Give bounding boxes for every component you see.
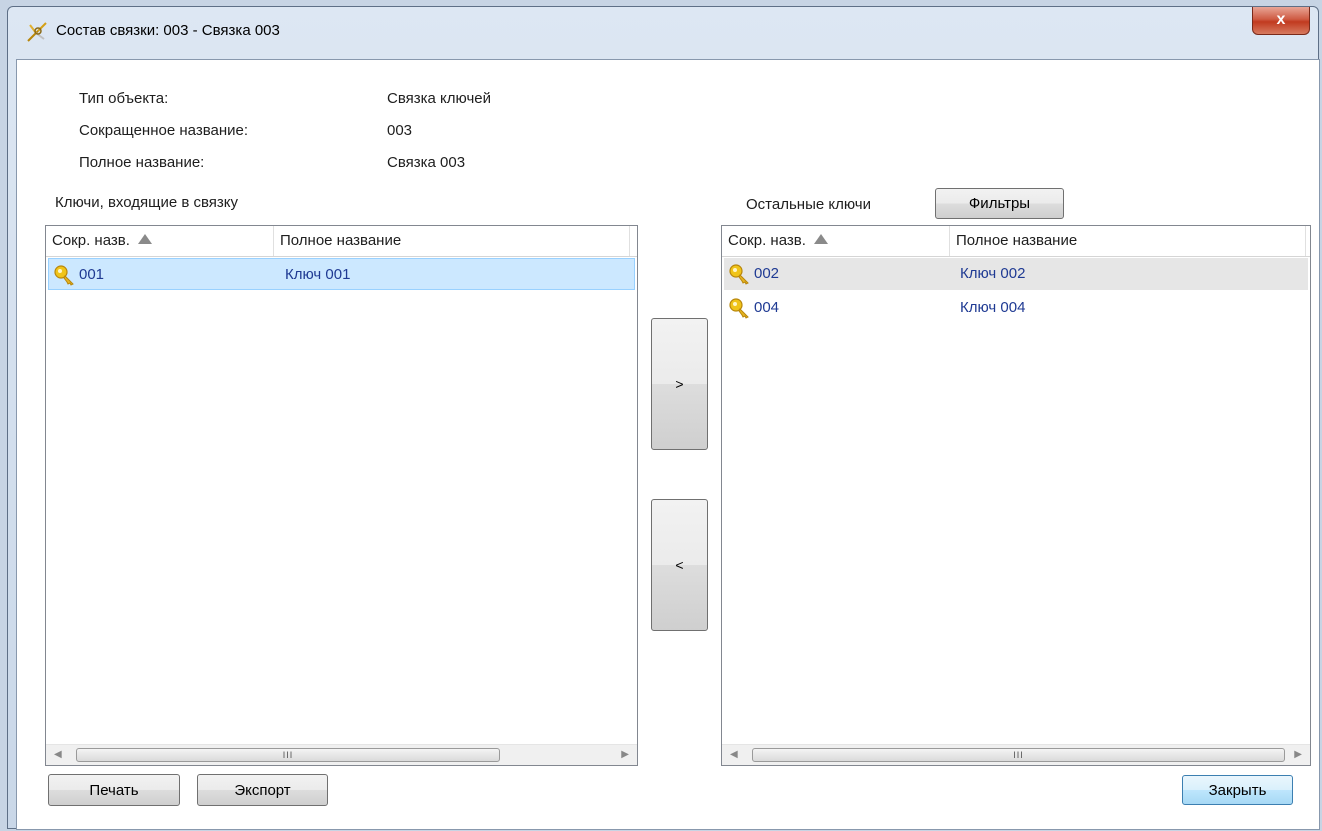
column-header-full-name[interactable]: Полное название (950, 226, 1306, 256)
title-bar[interactable]: Состав связки: 003 - Связка 003 x (8, 7, 1318, 59)
table-row[interactable]: 004 Ключ 004 (724, 292, 1308, 324)
full-name-label: Полное название: (79, 154, 205, 171)
close-icon: x (1276, 11, 1286, 28)
table-row[interactable]: 001 Ключ 001 (48, 258, 635, 290)
window-title: Состав связки: 003 - Связка 003 (56, 22, 280, 39)
full-name-value: Связка 003 (387, 154, 466, 171)
dialog-body: Тип объекта: Связка ключей Сокращенное н… (16, 59, 1320, 830)
add-key-button[interactable]: > (651, 318, 708, 450)
scroll-right-icon[interactable]: ▶ (1294, 749, 1302, 760)
export-button[interactable]: Экспорт (197, 774, 328, 806)
print-button[interactable]: Печать (48, 774, 180, 806)
horizontal-scrollbar[interactable]: ◀ III ▶ (46, 744, 637, 765)
included-keys-label: Ключи, входящие в связку (55, 194, 239, 211)
column-header-short-name[interactable]: Сокр. назв. (46, 226, 274, 256)
close-button[interactable]: Закрыть (1182, 775, 1293, 805)
object-type-label: Тип объекта: (79, 90, 169, 107)
horizontal-scrollbar[interactable]: ◀ III ▶ (722, 744, 1310, 765)
scrollbar-thumb[interactable]: III (752, 748, 1285, 762)
scroll-left-icon[interactable]: ◀ (54, 749, 62, 760)
column-header-short-name[interactable]: Сокр. назв. (722, 226, 950, 256)
key-short-name: 004 (754, 299, 780, 316)
short-name-value: 003 (387, 122, 413, 139)
key-full-name: Ключ 004 (960, 299, 1026, 316)
other-keys-grid[interactable]: Сокр. назв. Полное название 002 Ключ 002 (721, 225, 1311, 766)
key-icon (54, 265, 74, 286)
column-header-label: Полное название (956, 232, 1078, 249)
scrollbar-thumb[interactable]: III (76, 748, 500, 762)
sort-ascending-icon (813, 234, 828, 244)
scroll-right-icon[interactable]: ▶ (621, 749, 629, 760)
key-full-name: Ключ 001 (285, 266, 351, 283)
key-short-name: 002 (754, 265, 780, 282)
grid-header: Сокр. назв. Полное название (46, 226, 637, 257)
key-bundle-icon (27, 22, 47, 42)
remove-key-button[interactable]: < (651, 499, 708, 631)
sort-ascending-icon (137, 234, 152, 244)
key-icon (729, 264, 749, 285)
scroll-left-icon[interactable]: ◀ (730, 749, 738, 760)
close-window-button[interactable]: x (1252, 7, 1310, 35)
key-full-name: Ключ 002 (960, 265, 1026, 282)
dialog-window: Состав связки: 003 - Связка 003 x Тип об… (7, 6, 1320, 830)
column-header-label: Сокр. назв. (728, 232, 806, 249)
short-name-label: Сокращенное название: (79, 122, 249, 139)
filters-button[interactable]: Фильтры (935, 188, 1064, 219)
object-type-value: Связка ключей (387, 90, 491, 107)
other-keys-label: Остальные ключи (746, 196, 871, 213)
column-header-label: Полное название (280, 232, 402, 249)
column-header-full-name[interactable]: Полное название (274, 226, 630, 256)
table-row[interactable]: 002 Ключ 002 (724, 258, 1308, 290)
key-short-name: 001 (79, 266, 105, 283)
included-keys-grid[interactable]: Сокр. назв. Полное название 001 Ключ 001… (45, 225, 638, 766)
grid-header: Сокр. назв. Полное название (722, 226, 1310, 257)
column-header-label: Сокр. назв. (52, 232, 130, 249)
key-icon (729, 298, 749, 319)
